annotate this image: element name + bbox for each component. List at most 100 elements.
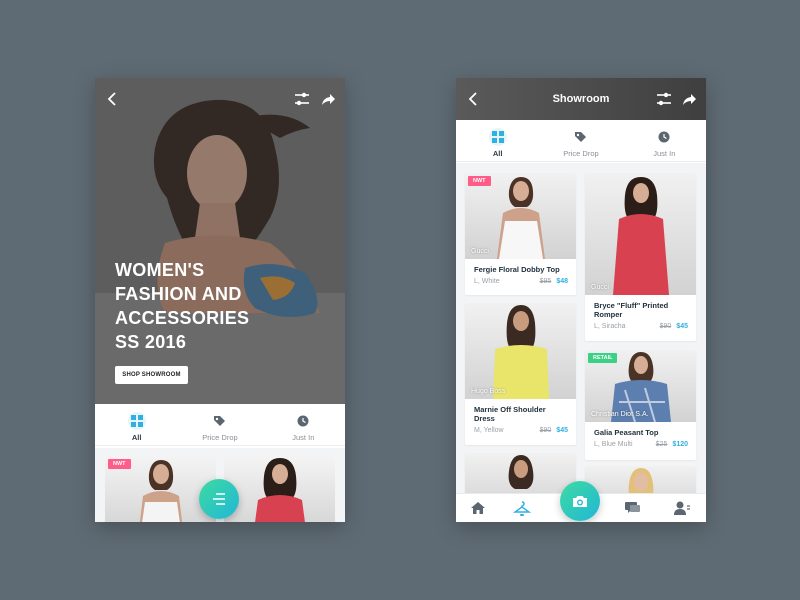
product-badge: RETAIL [588, 353, 618, 363]
product-meta: L, White $95 $48 [474, 278, 568, 285]
clock-icon [294, 412, 312, 430]
filter-button[interactable] [653, 88, 675, 110]
product-old-price: $90 [539, 427, 552, 434]
product-image [465, 453, 576, 493]
product-card[interactable]: RETAIL Christian Dior S.A. Galia Peasant… [585, 350, 696, 460]
product-image: Hugo Boss [465, 303, 576, 399]
tab-all[interactable]: All [456, 120, 539, 161]
product-image [585, 466, 696, 493]
profile-icon [674, 501, 690, 515]
product-card[interactable] [585, 466, 696, 493]
product-card-preview[interactable]: NWT [105, 456, 216, 522]
product-meta: M, Yellow $90 $45 [474, 427, 568, 434]
camera-fab-button[interactable] [560, 481, 600, 521]
product-new-price: $45 [556, 427, 568, 434]
product-photo [255, 458, 305, 522]
tab-label: Just In [653, 149, 676, 158]
home-icon [471, 502, 485, 514]
product-name: Marnie Off Shoulder Dress [474, 405, 546, 423]
hero-banner[interactable]: WOMEN'S FASHION AND ACCESSORIES SS 2016 … [95, 78, 345, 404]
chevron-left-icon [107, 92, 116, 106]
product-new-price: $48 [556, 278, 568, 285]
hero-title: WOMEN'S FASHION AND ACCESSORIES SS 2016 [115, 258, 315, 354]
chat-icon [624, 502, 640, 513]
product-badge: NWT [108, 459, 131, 469]
tab-price-drop[interactable]: Price Drop [539, 120, 622, 161]
product-image: NWT Gucci [465, 173, 576, 259]
sliders-icon [657, 92, 671, 106]
grid-icon [488, 128, 507, 146]
product-card[interactable]: Gucci Bryce "Fluff" Printed Romper L, Si… [585, 173, 696, 341]
phone-home-screen: WOMEN'S FASHION AND ACCESSORIES SS 2016 … [95, 78, 345, 522]
tab-label: Just In [292, 433, 315, 442]
nav-showroom[interactable] [512, 498, 532, 518]
product-info: Bryce "Fluff" Printed Romper L, Siracha … [585, 295, 696, 330]
product-feed: NWT Gucci Fergie Floral Dobby Top L, Whi… [456, 163, 706, 493]
product-info: Galia Peasant Top L, Blue Multi $25 $120 [585, 422, 696, 448]
share-button[interactable] [317, 88, 339, 110]
back-button[interactable] [101, 88, 123, 110]
camera-icon [573, 495, 587, 507]
menu-lines-icon [213, 493, 225, 505]
product-brand: Hugo Boss [471, 388, 506, 395]
nav-messages[interactable] [622, 498, 642, 518]
product-card[interactable]: Hugo Boss Marnie Off Shoulder Dress M, Y… [465, 303, 576, 445]
tab-just-in[interactable]: Just In [623, 120, 706, 161]
product-name: Bryce "Fluff" Printed Romper [594, 301, 669, 319]
product-name: Galia Peasant Top [594, 428, 659, 437]
nav-home[interactable] [468, 498, 488, 518]
share-arrow-icon [682, 93, 696, 105]
product-old-price: $95 [539, 278, 552, 285]
tag-icon [211, 412, 229, 430]
hero-dark-overlay [95, 78, 345, 404]
product-brand: Christian Dior S.A. [591, 411, 649, 418]
product-variant: L, White [474, 278, 500, 285]
product-variant: L, Siracha [594, 323, 626, 330]
product-photo [628, 468, 654, 493]
product-old-price: $25 [655, 441, 668, 448]
back-button[interactable] [462, 88, 484, 110]
product-card[interactable]: NWT Gucci Fergie Floral Dobby Top L, Whi… [465, 173, 576, 295]
tab-price-drop[interactable]: Price Drop [178, 404, 261, 445]
shop-showroom-button[interactable]: SHOP SHOWROOM [115, 366, 188, 384]
product-photo [493, 305, 549, 399]
share-button[interactable] [678, 88, 700, 110]
product-photo [508, 455, 534, 489]
product-meta: L, Blue Multi $25 $120 [594, 441, 688, 448]
category-tabs: All Price Drop Just In [456, 120, 706, 162]
tab-label: All [492, 149, 503, 158]
product-card-preview[interactable] [224, 456, 335, 522]
product-image: Gucci [585, 173, 696, 295]
product-name: Fergie Floral Dobby Top [474, 265, 560, 274]
product-card[interactable] [465, 453, 576, 493]
share-arrow-icon [321, 93, 335, 105]
menu-fab-button[interactable] [199, 479, 239, 519]
product-meta: L, Siracha $90 $45 [594, 323, 688, 330]
tab-label: Price Drop [202, 433, 238, 442]
product-info: Marnie Off Shoulder Dress M, Yellow $90 … [465, 399, 576, 434]
filter-button[interactable] [291, 88, 313, 110]
chevron-left-icon [468, 92, 477, 106]
tag-icon [572, 128, 590, 146]
clock-icon [655, 128, 673, 146]
product-image: RETAIL Christian Dior S.A. [585, 350, 696, 422]
product-old-price: $90 [659, 323, 672, 330]
product-info: Fergie Floral Dobby Top L, White $95 $48 [465, 259, 576, 285]
product-brand: Gucci [591, 284, 609, 291]
hero-title-line: FASHION AND [115, 284, 242, 304]
tab-all[interactable]: All [95, 404, 178, 445]
hanger-icon [513, 501, 531, 516]
tab-just-in[interactable]: Just In [262, 404, 345, 445]
hero-title-line: SS 2016 [115, 332, 187, 352]
product-photo [613, 177, 669, 295]
hero-title-line: ACCESSORIES [115, 308, 250, 328]
category-tabs: All Price Drop Just In [95, 404, 345, 446]
nav-profile[interactable] [672, 498, 692, 518]
tab-label: Price Drop [563, 149, 599, 158]
product-variant: M, Yellow [474, 427, 504, 434]
product-new-price: $120 [672, 441, 688, 448]
grid-icon [127, 412, 146, 430]
product-new-price: $45 [676, 323, 688, 330]
product-variant: L, Blue Multi [594, 441, 633, 448]
product-badge: NWT [468, 176, 491, 186]
